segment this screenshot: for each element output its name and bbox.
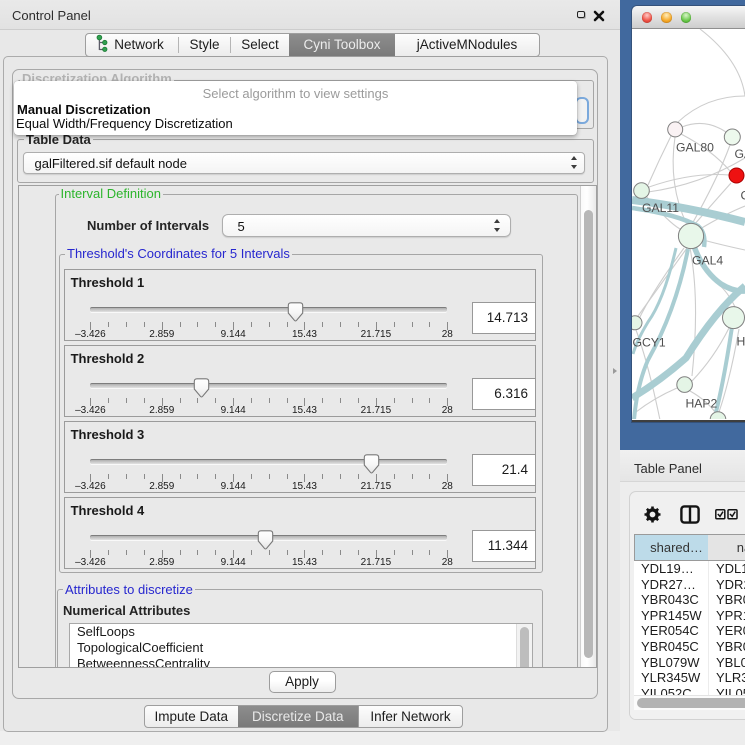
svg-text:HAP2: HAP2 xyxy=(686,397,718,411)
svg-text:GAL2: GAL2 xyxy=(735,147,745,161)
svg-text:CYC8: CYC8 xyxy=(741,189,745,203)
svg-text:HIS4: HIS4 xyxy=(737,335,745,349)
svg-text:GCY1: GCY1 xyxy=(633,336,666,350)
svg-text:GAL11: GAL11 xyxy=(642,201,679,215)
svg-text:GAL4: GAL4 xyxy=(692,254,723,268)
svg-text:GAL80: GAL80 xyxy=(676,141,714,155)
